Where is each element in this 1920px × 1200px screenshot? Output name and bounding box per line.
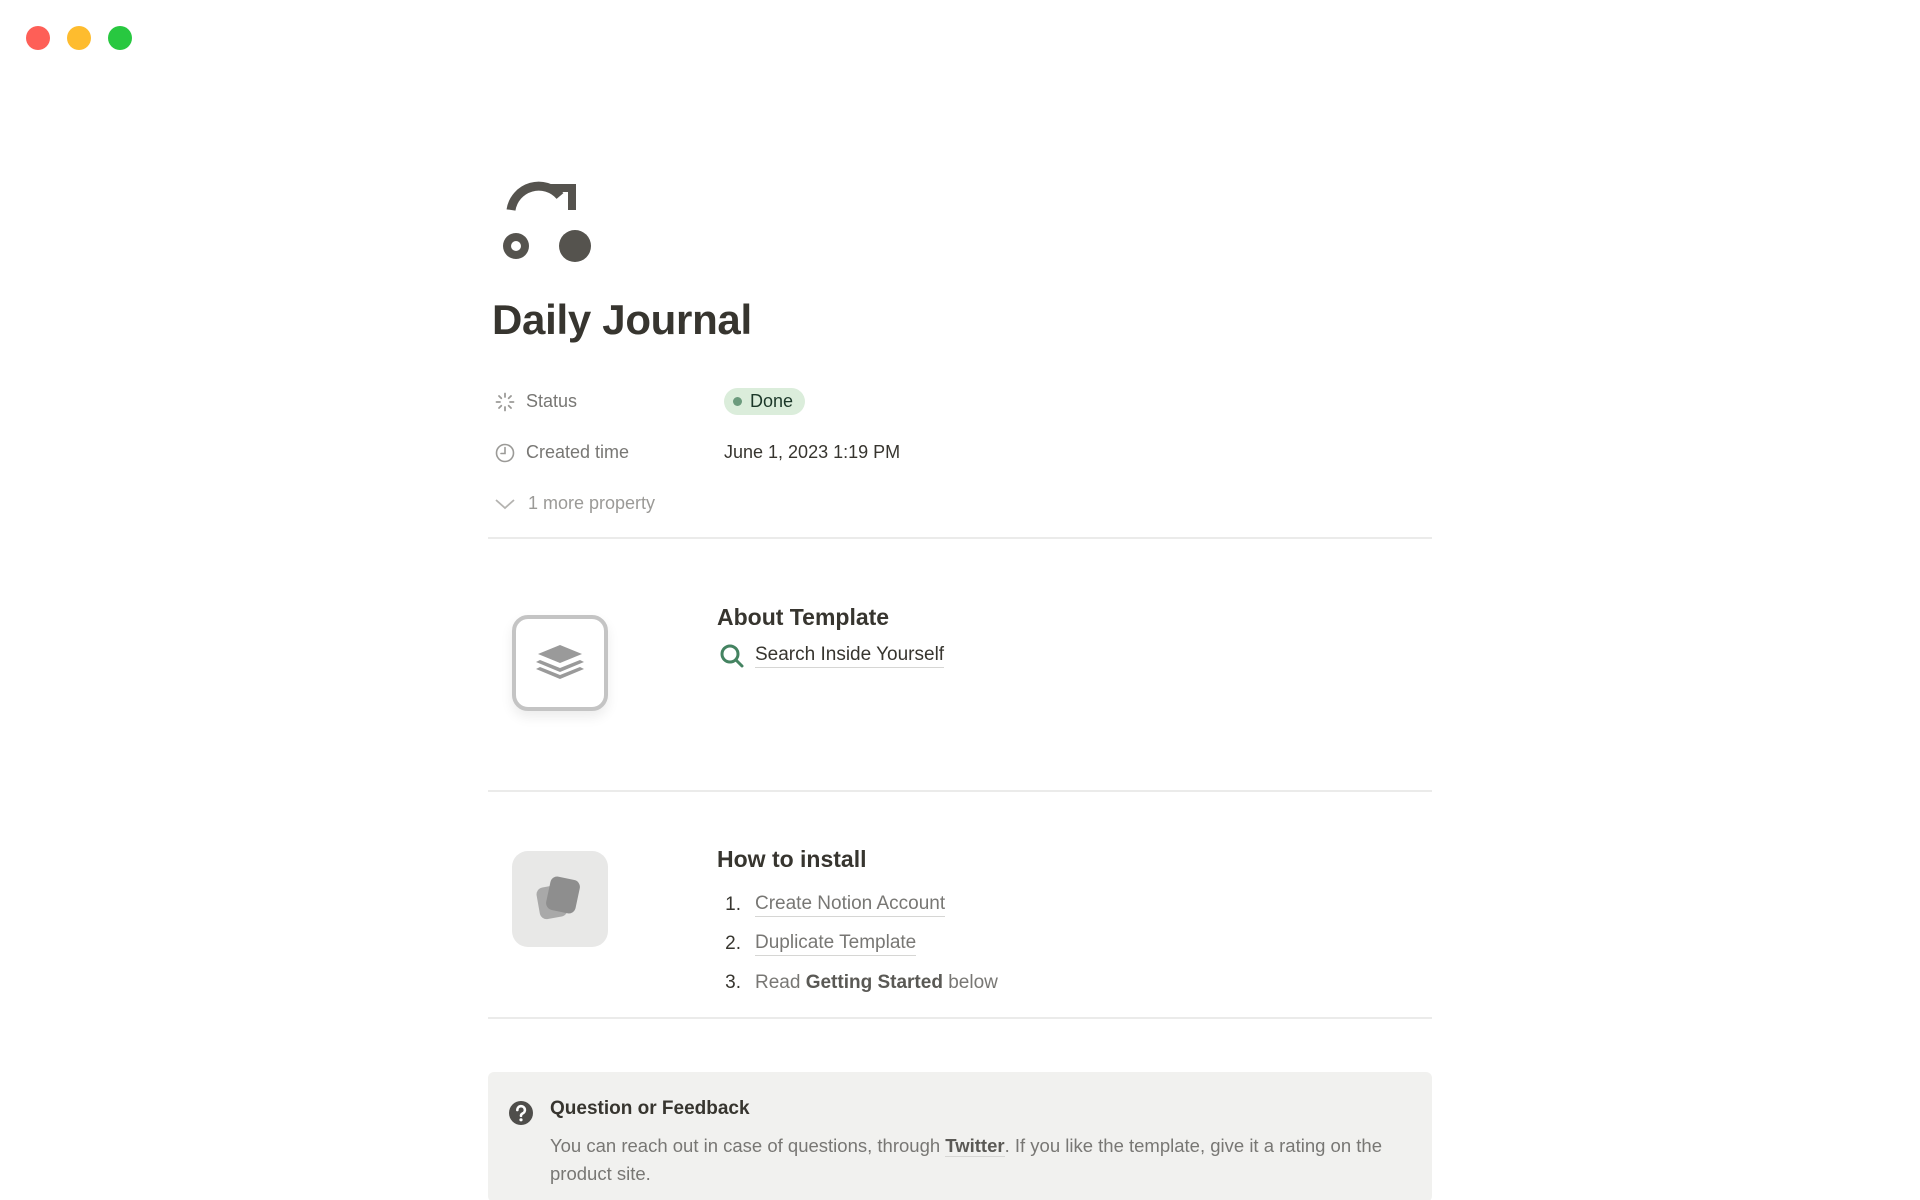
install-steps: 1. Create Notion Account 2. Duplicate Te…: [717, 885, 998, 1002]
feedback-callout: Question or Feedback You can reach out i…: [488, 1072, 1432, 1200]
callout-title: Question or Feedback: [550, 1098, 750, 1119]
list-item: 3. Read Getting Started below: [725, 971, 998, 993]
close-window-button[interactable]: [26, 26, 50, 50]
divider: [488, 537, 1432, 539]
more-properties-label: 1 more property: [528, 493, 656, 513]
maximize-window-button[interactable]: [108, 26, 132, 50]
twitter-link[interactable]: Twitter: [945, 1135, 1005, 1157]
duplicate-template-link[interactable]: Duplicate Template: [755, 932, 917, 956]
property-created-time[interactable]: Created time June 1, 2023 1:19 PM: [494, 427, 1424, 478]
window-controls: [26, 26, 132, 50]
list-item: 1. Create Notion Account: [725, 892, 946, 917]
cards-icon: [512, 851, 608, 947]
created-time-value: June 1, 2023 1:19 PM: [724, 442, 901, 462]
divider: [488, 790, 1432, 792]
section-title: How to install: [717, 846, 867, 872]
callout-text: You can reach out in case of questions, …: [550, 1135, 1382, 1184]
property-status[interactable]: Status Done: [494, 376, 1424, 427]
list-item: 2. Duplicate Template: [725, 931, 917, 956]
status-spinner-icon: [494, 391, 516, 413]
property-name: Created time: [526, 442, 630, 462]
route-arrow-icon[interactable]: [498, 180, 598, 270]
minimize-window-button[interactable]: [67, 26, 91, 50]
divider: [488, 1017, 1432, 1019]
getting-started-text: Getting Started: [805, 971, 943, 993]
search-icon: [720, 644, 744, 668]
property-name: Status: [526, 391, 578, 411]
status-badge[interactable]: Done: [724, 388, 806, 415]
more-properties-toggle[interactable]: 1 more property: [494, 478, 1424, 529]
clock-icon: [494, 442, 516, 464]
search-inside-yourself-link[interactable]: Search Inside Yourself: [717, 643, 945, 669]
section-title: About Template: [717, 604, 890, 630]
chevron-down-icon: [494, 493, 516, 515]
question-circle-icon: [509, 1101, 533, 1125]
status-dot: [733, 397, 742, 406]
layers-icon: [512, 615, 608, 711]
page-title[interactable]: Daily Journal: [492, 296, 752, 344]
properties-list: Status Done Created time June 1, 2023 1:…: [494, 376, 1424, 529]
create-notion-account-link[interactable]: Create Notion Account: [755, 893, 946, 917]
